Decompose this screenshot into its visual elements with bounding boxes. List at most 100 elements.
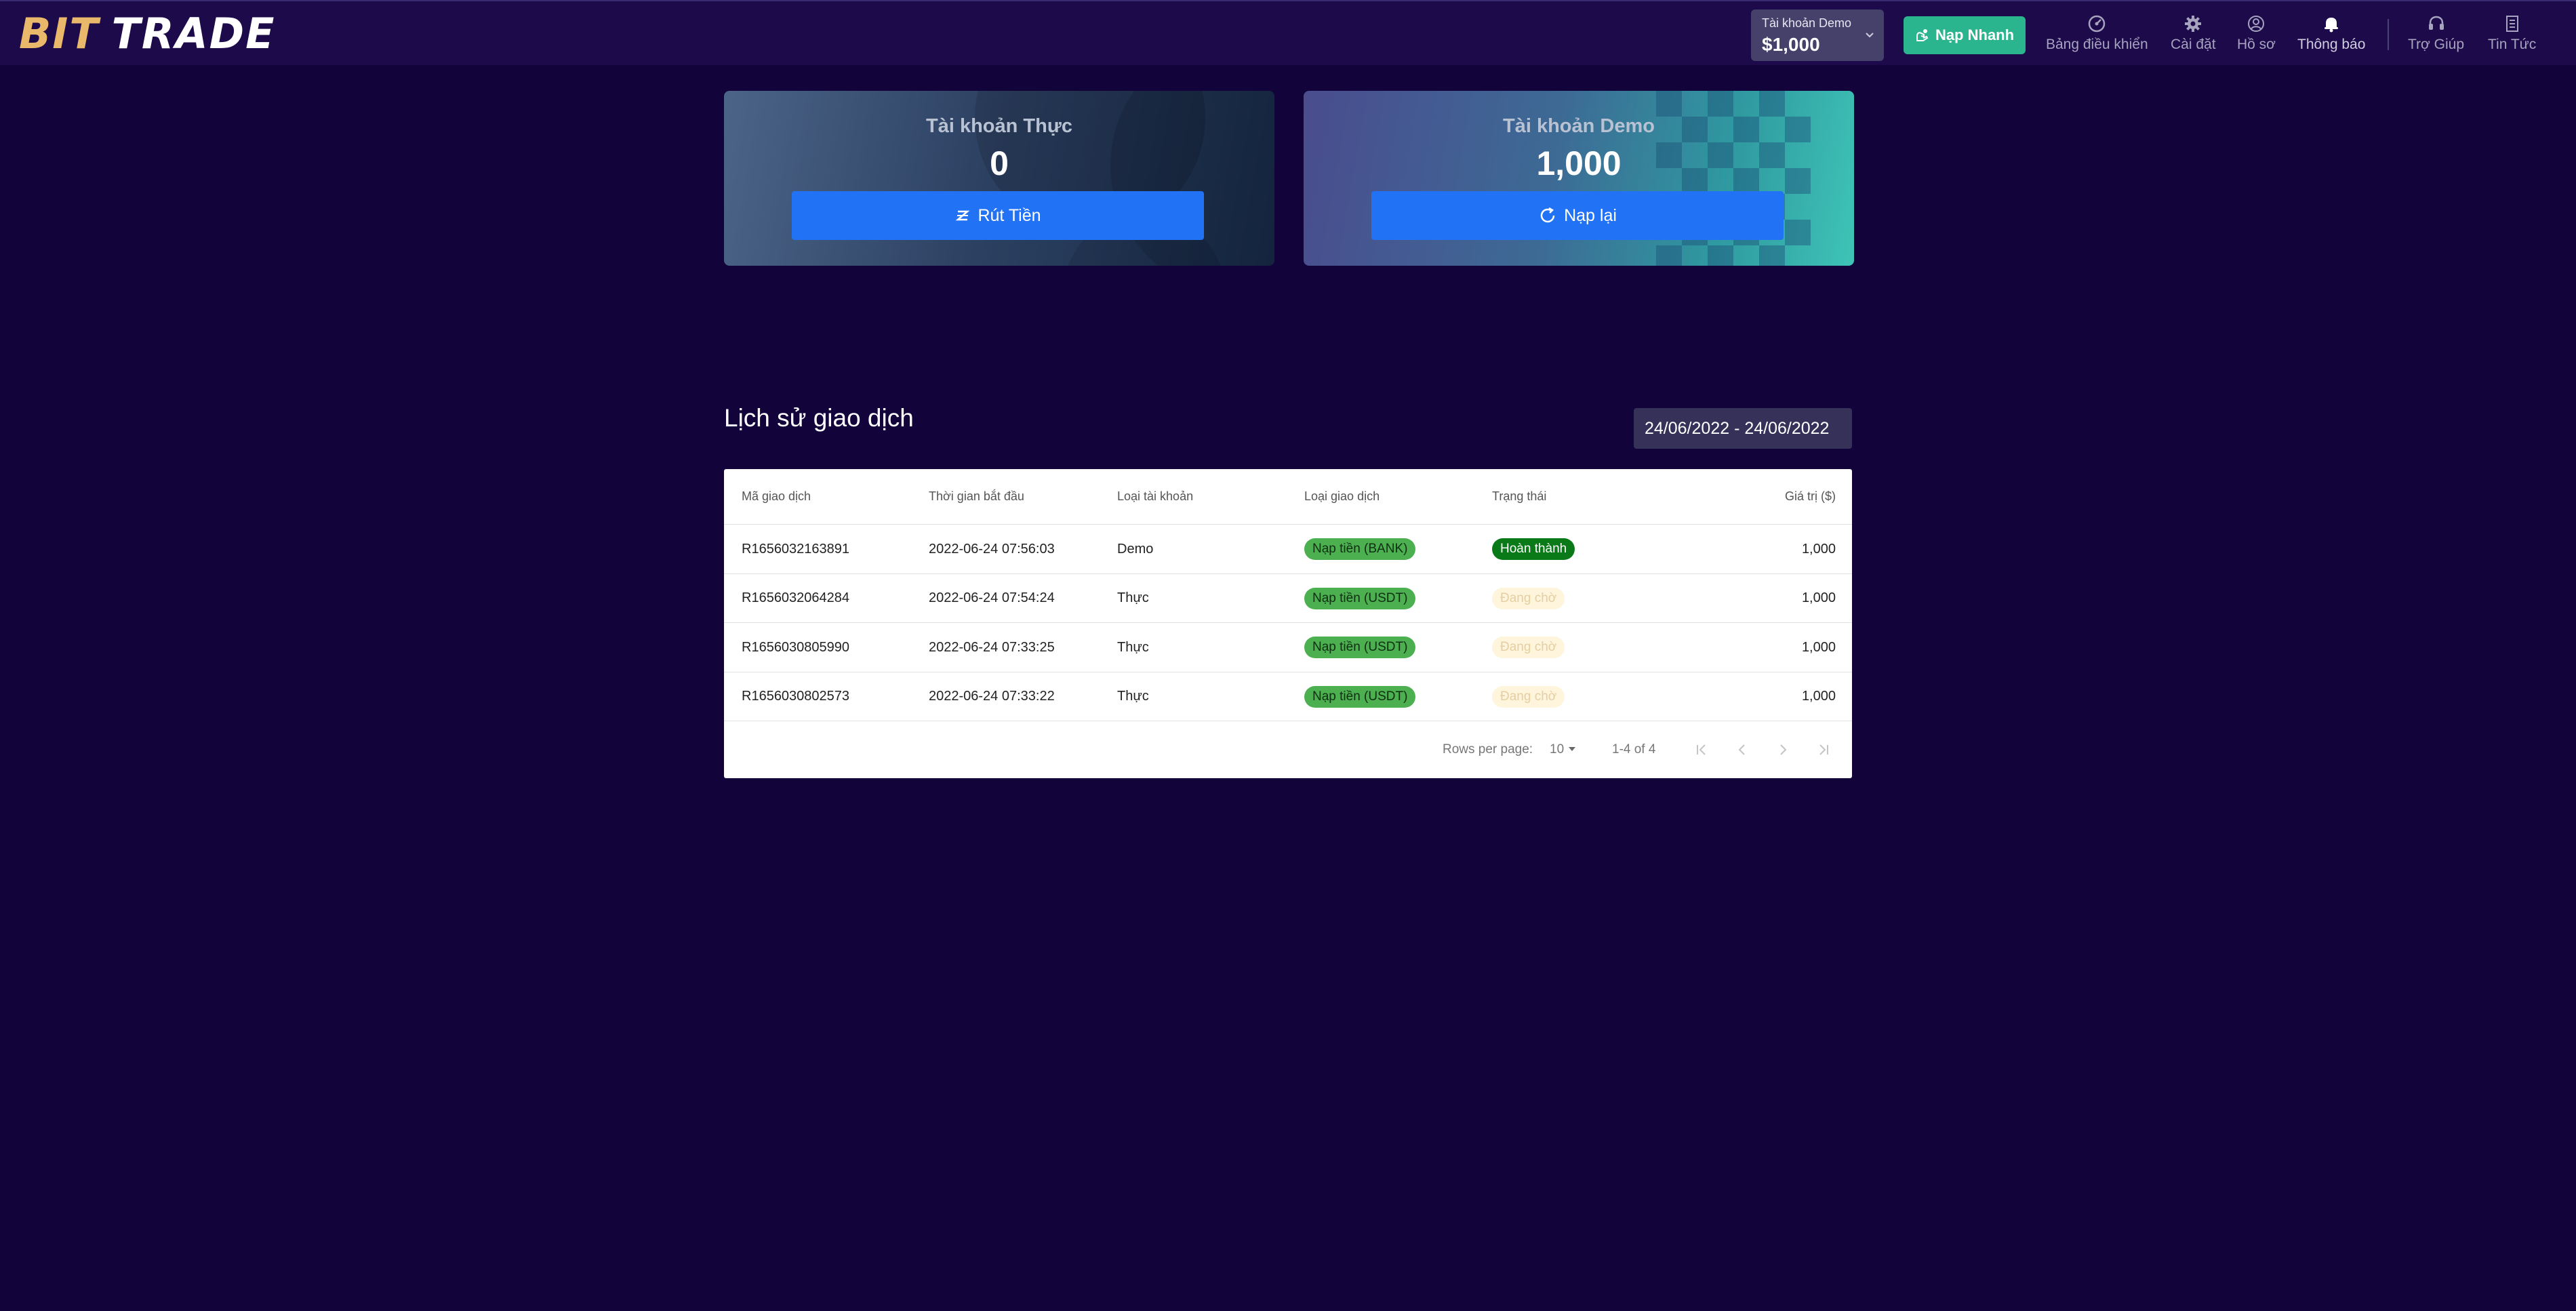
status-cell: Đang chờ (1492, 623, 1565, 672)
gear-icon (2185, 16, 2202, 32)
refill-label: Nạp lại (1564, 205, 1617, 225)
transaction-id: R1656030805990 (742, 639, 850, 655)
previous-page-button[interactable] (1731, 739, 1753, 761)
transaction-time: 2022-06-24 07:33:22 (929, 689, 1055, 704)
transaction-id: R1656030802573 (742, 689, 850, 704)
nav-label: Bảng điều khiển (2046, 37, 2148, 52)
nav-label: Tin Tức (2488, 37, 2537, 52)
transaction-value: 1,000 (1801, 689, 1836, 704)
chevron-right-icon (1780, 744, 1787, 755)
table-row[interactable]: R1656032064284 2022-06-24 07:54:24 Thực … (724, 574, 1852, 623)
history-title: Lịch sử giao dịch (724, 404, 914, 432)
type-cell: Nạp tiền (USDT) (1304, 574, 1416, 622)
nav-settings[interactable]: Cài đặt (2171, 14, 2216, 57)
demo-account-balance: 1,000 (1536, 144, 1622, 182)
rows-per-page-value: 10 (1550, 742, 1565, 757)
last-page-icon (1819, 744, 1828, 755)
transaction-table: Mã giao dịch Thời gian bắt đầu Loại tài … (724, 469, 1852, 778)
logo-text-bit: BIT (19, 9, 100, 58)
real-account-title: Tài khoản Thực (926, 115, 1072, 137)
rows-per-page-select[interactable]: 10 (1550, 721, 1577, 778)
type-cell: Nạp tiền (BANK) (1304, 525, 1416, 573)
caret-down-icon (1569, 747, 1576, 751)
nav-dashboard[interactable]: Bảng điều khiển (2046, 14, 2148, 57)
column-header-value[interactable]: Giá trị ($) (1785, 469, 1836, 524)
card-pattern-tile (1656, 245, 1682, 266)
status-cell: Hoàn thành (1492, 525, 1575, 573)
column-header-id[interactable]: Mã giao dịch (742, 469, 811, 524)
refresh-icon (1540, 207, 1555, 223)
column-header-status[interactable]: Trạng thái (1492, 469, 1546, 524)
table-row[interactable]: R1656032163891 2022-06-24 07:56:03 Demo … (724, 525, 1852, 574)
table-row[interactable]: R1656030802573 2022-06-24 07:33:22 Thực … (724, 672, 1852, 721)
transaction-type-badge: Nạp tiền (USDT) (1304, 685, 1416, 708)
account-type: Demo (1117, 541, 1154, 557)
transaction-type-badge: Nạp tiền (USDT) (1304, 637, 1416, 658)
quick-deposit-label: Nạp Nhanh (1935, 26, 2015, 43)
withdraw-label: Rút Tiền (978, 205, 1041, 225)
chevron-down-icon (1866, 33, 1874, 38)
next-page-button[interactable] (1772, 739, 1794, 761)
nav-label: Hồ sơ (2237, 37, 2276, 52)
table-header-row: Mã giao dịch Thời gian bắt đầu Loại tài … (724, 469, 1852, 525)
transaction-time: 2022-06-24 07:54:24 (929, 590, 1055, 605)
withdraw-button[interactable]: Rút Tiền (792, 191, 1204, 240)
news-icon (2505, 16, 2518, 32)
quick-deposit-button[interactable]: Nạp Nhanh (1904, 16, 2026, 54)
last-page-button[interactable] (1813, 739, 1834, 761)
table-pagination: Rows per page: 10 1-4 of 4 (724, 721, 1852, 778)
nav-label: Thông báo (2297, 37, 2366, 52)
type-cell: Nạp tiền (USDT) (1304, 623, 1416, 672)
bittrade-logo[interactable]: BIT TRADE (19, 12, 275, 56)
status-badge: Đang chờ (1492, 685, 1565, 708)
card-pattern-tile (1759, 91, 1785, 117)
demo-account-title: Tài khoản Demo (1503, 115, 1655, 137)
bell-icon (2325, 18, 2339, 33)
status-cell: Đang chờ (1492, 672, 1565, 721)
demo-account-card: Tài khoản Demo 1,000 Nạp lại (1304, 91, 1854, 266)
nav-divider (2388, 19, 2389, 50)
card-pattern-tile (1759, 245, 1785, 266)
withdraw-icon (956, 210, 970, 221)
date-range-picker[interactable]: 24/06/2022 - 24/06/2022 (1634, 408, 1852, 449)
pagination-range: 1-4 of 4 (1612, 742, 1656, 757)
transaction-type-badge: Nạp tiền (USDT) (1304, 587, 1416, 609)
column-header-type[interactable]: Loại giao dịch (1304, 469, 1380, 524)
nav-help[interactable]: Trợ Giúp (2408, 14, 2464, 57)
account-type: Thực (1117, 590, 1149, 605)
account-type: Thực (1117, 639, 1149, 655)
card-pattern-tile (1708, 91, 1733, 117)
table-row[interactable]: R1656030805990 2022-06-24 07:33:25 Thực … (724, 623, 1852, 672)
headset-icon (2428, 16, 2444, 30)
nav-label: Trợ Giúp (2408, 37, 2465, 52)
card-pattern-tile (1708, 245, 1733, 266)
logo-text-trade: TRADE (111, 9, 276, 58)
account-switcher[interactable]: Tài khoản Demo $1,000 (1751, 9, 1884, 61)
profile-icon (2248, 16, 2265, 32)
status-badge: Đang chờ (1492, 637, 1565, 658)
dashboard-icon (2089, 15, 2106, 33)
nav-profile[interactable]: Hồ sơ (2237, 14, 2276, 57)
status-cell: Đang chờ (1492, 574, 1565, 622)
deposit-hand-icon (1916, 29, 1929, 41)
transaction-value: 1,000 (1801, 541, 1836, 557)
transaction-time: 2022-06-24 07:33:25 (929, 639, 1055, 655)
status-badge: Hoàn thành (1492, 538, 1575, 560)
refill-button[interactable]: Nạp lại (1371, 191, 1784, 240)
account-type: Thực (1117, 689, 1149, 704)
transaction-type-badge: Nạp tiền (BANK) (1304, 538, 1416, 560)
transaction-time: 2022-06-24 07:56:03 (929, 541, 1055, 557)
chevron-left-icon (1738, 744, 1745, 755)
type-cell: Nạp tiền (USDT) (1304, 672, 1416, 721)
first-page-button[interactable] (1691, 739, 1712, 761)
column-header-account[interactable]: Loại tài khoản (1117, 469, 1193, 524)
rows-per-page-label: Rows per page: (1443, 742, 1533, 757)
status-badge: Đang chờ (1492, 587, 1565, 609)
transaction-value: 1,000 (1801, 590, 1836, 605)
card-pattern-tile (1785, 220, 1811, 245)
real-account-card: Tài khoản Thực 0 Rút Tiền (724, 91, 1274, 266)
first-page-icon (1697, 744, 1706, 755)
nav-notifications[interactable]: Thông báo (2297, 14, 2365, 57)
nav-news[interactable]: Tin Tức (2488, 14, 2536, 57)
column-header-time[interactable]: Thời gian bắt đầu (929, 469, 1024, 524)
